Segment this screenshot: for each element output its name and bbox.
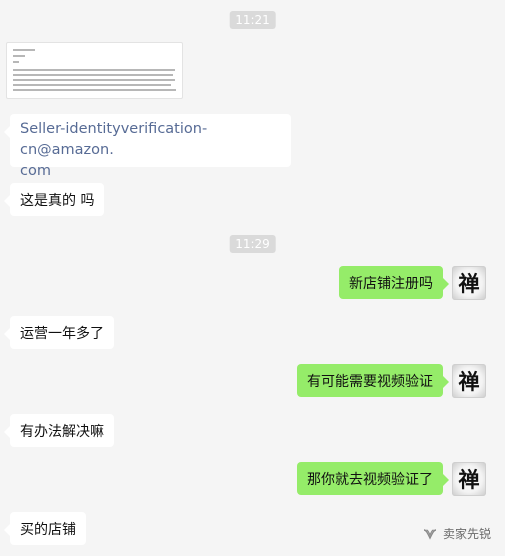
user-avatar[interactable]: 禅: [452, 364, 486, 398]
timestamp: 11:29: [229, 235, 276, 253]
email-link-line2[interactable]: com: [20, 163, 51, 179]
outgoing-message: 那你就去视频验证了: [297, 462, 449, 495]
email-link-line1[interactable]: Seller-identityverification-cn@amazon.: [20, 121, 207, 158]
incoming-message: 买的店铺: [4, 512, 86, 545]
email-link-bubble[interactable]: Seller-identityverification-cn@amazon. c…: [4, 114, 291, 179]
outgoing-message: 有可能需要视频验证: [297, 364, 449, 397]
document-image-thumbnail[interactable]: [6, 42, 183, 99]
user-avatar[interactable]: 禅: [452, 462, 486, 496]
incoming-message: 这是真的 吗: [3, 183, 105, 216]
incoming-message: 有办法解决嘛: [4, 414, 114, 447]
watermark-text: 卖家先锐: [442, 527, 491, 541]
avatar-glyph: 禅: [458, 369, 480, 394]
avatar-glyph: 禅: [458, 467, 480, 492]
avatar-glyph: 禅: [458, 271, 480, 296]
outgoing-message: 新店铺注册吗: [339, 266, 449, 299]
timestamp: 11:21: [229, 11, 276, 29]
watermark: 卖家先锐: [423, 525, 491, 542]
incoming-message: 运营一年多了: [4, 316, 114, 349]
wechat-channel-icon: [423, 528, 437, 540]
user-avatar[interactable]: 禅: [452, 266, 486, 300]
